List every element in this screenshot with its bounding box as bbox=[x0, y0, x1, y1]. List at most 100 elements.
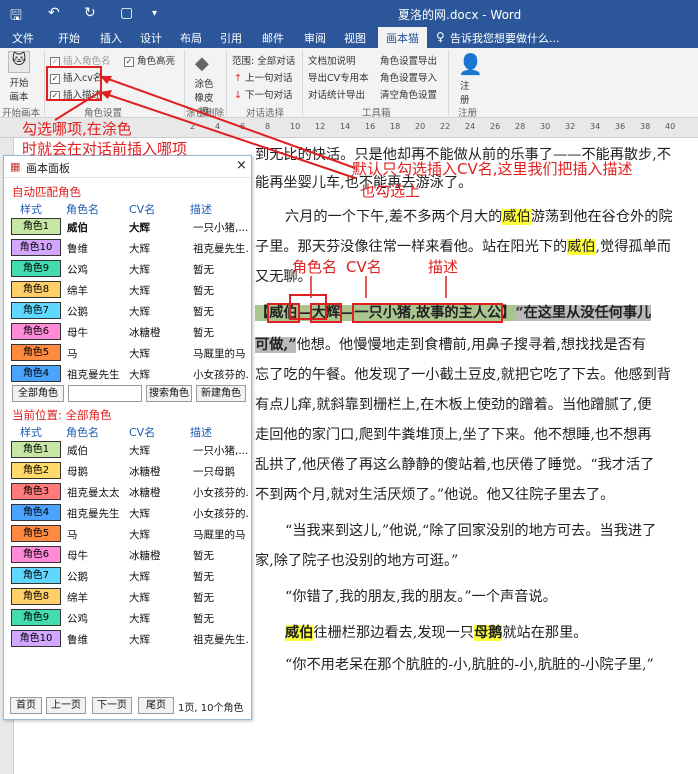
style-badge[interactable]: 角色8 bbox=[11, 588, 61, 605]
tool-role-export[interactable]: 角色设置导出 bbox=[380, 53, 437, 67]
tab-mailings[interactable]: 邮件 bbox=[262, 30, 284, 46]
role-row[interactable]: 角色3 祖克曼太太冰糖橙 小女孩芬的... bbox=[9, 483, 249, 502]
role-row[interactable]: 角色10 鲁维 大辉 祖克曼先生... bbox=[9, 239, 249, 258]
role-row[interactable]: 角色4 祖克曼先生大辉 小女孩芬的... bbox=[9, 504, 249, 523]
tab-layout[interactable]: 布局 bbox=[180, 30, 202, 46]
ruler-mark: 8 bbox=[265, 122, 271, 131]
group-tools: 工具箱 bbox=[362, 108, 391, 119]
tool-doc-note[interactable]: 文档加说明 bbox=[308, 53, 356, 67]
redo-icon[interactable]: ↻ bbox=[84, 5, 96, 21]
description: 马厩里的马 bbox=[193, 529, 246, 541]
ruler-mark: 6 bbox=[240, 122, 246, 131]
description: 暂无 bbox=[193, 613, 214, 625]
style-badge[interactable]: 角色6 bbox=[11, 323, 61, 340]
style-badge[interactable]: 角色1 bbox=[11, 218, 61, 235]
lightbulb-icon: ♀ bbox=[436, 30, 445, 44]
prev-page-button[interactable]: 上一页 bbox=[46, 697, 86, 714]
first-page-button[interactable]: 首页 bbox=[10, 697, 42, 714]
ruler-mark: 28 bbox=[515, 122, 526, 131]
tab-huabenmao[interactable]: 画本猫 bbox=[378, 27, 427, 48]
start-button[interactable]: 开始画本 bbox=[8, 75, 30, 103]
next-page-button[interactable]: 下一页 bbox=[92, 697, 132, 714]
style-badge[interactable]: 角色1 bbox=[11, 441, 61, 458]
ruler-mark: 18 bbox=[390, 122, 401, 131]
tool-role-import[interactable]: 角色设置导入 bbox=[380, 70, 437, 84]
label-cv-name: CV名 bbox=[346, 258, 382, 276]
tell-me-box[interactable]: 告诉我您想要做什么... bbox=[450, 30, 560, 46]
customize-icon[interactable]: ▾ bbox=[152, 8, 157, 19]
style-badge[interactable]: 角色10 bbox=[11, 630, 61, 647]
role-name: 公鹅 bbox=[67, 571, 88, 583]
tab-view[interactable]: 视图 bbox=[344, 30, 366, 46]
cv-name: 大辉 bbox=[129, 508, 150, 520]
role-row[interactable]: 角色6 母牛 冰糖橙 暂无 bbox=[9, 546, 249, 565]
style-badge[interactable]: 角色2 bbox=[11, 462, 61, 479]
tab-references[interactable]: 引用 bbox=[220, 30, 242, 46]
search-role-button[interactable]: 搜索角色 bbox=[146, 385, 192, 402]
style-badge[interactable]: 角色5 bbox=[11, 525, 61, 542]
role-name: 祖克曼太太 bbox=[67, 487, 120, 499]
role-name: 威伯 bbox=[67, 445, 88, 457]
last-page-button[interactable]: 尾页 bbox=[138, 697, 174, 714]
section-current: 当前位置: 全部角色 bbox=[12, 408, 112, 422]
style-badge[interactable]: 角色8 bbox=[11, 281, 61, 298]
style-badge[interactable]: 角色10 bbox=[11, 239, 61, 256]
save-icon[interactable]: 🖫 bbox=[10, 5, 22, 29]
close-icon[interactable]: × bbox=[236, 158, 247, 173]
next-dialog-button[interactable]: ↓ 下一句对话 bbox=[234, 87, 293, 101]
header-style: 样式 bbox=[20, 203, 42, 216]
style-badge[interactable]: 角色3 bbox=[11, 483, 61, 500]
role-row[interactable]: 角色7 公鹅 大辉 暂无 bbox=[9, 302, 249, 321]
role-row[interactable]: 角色10 鲁维 大辉 祖克曼先生... bbox=[9, 630, 249, 649]
role-row[interactable]: 角色5 马 大辉 马厩里的马 bbox=[9, 344, 249, 363]
tool-export-cv[interactable]: 导出CV专用本 bbox=[308, 70, 369, 84]
cv-name: 大辉 bbox=[129, 243, 150, 255]
description: 小女孩芬的... bbox=[193, 487, 249, 499]
tab-file[interactable]: 文件 bbox=[12, 30, 34, 46]
style-badge[interactable]: 角色4 bbox=[11, 504, 61, 521]
role-row[interactable]: 角色2 母鹅 冰糖橙 一只母鹅 bbox=[9, 462, 249, 481]
ruler-mark: 30 bbox=[540, 122, 551, 131]
role-row[interactable]: 角色4 祖克曼先生大辉 小女孩芬的... bbox=[9, 365, 249, 384]
style-badge[interactable]: 角色5 bbox=[11, 344, 61, 361]
role-row[interactable]: 角色1 威伯 大辉 一只小猪,... bbox=[9, 441, 249, 460]
role-row[interactable]: 角色8 绵羊 大辉 暂无 bbox=[9, 281, 249, 300]
style-badge[interactable]: 角色9 bbox=[11, 609, 61, 626]
style-badge[interactable]: 角色7 bbox=[11, 567, 61, 584]
new-role-button[interactable]: 新建角色 bbox=[196, 385, 246, 402]
cv-name: 大辉 bbox=[129, 348, 150, 360]
role-name: 鲁维 bbox=[67, 243, 88, 255]
search-input[interactable] bbox=[68, 385, 142, 402]
style-badge[interactable]: 角色4 bbox=[11, 365, 61, 382]
role-name: 马 bbox=[67, 529, 78, 541]
document-page[interactable]: 到无比的快活。只是他却再不能做从前的乐事了——不能再散步,不 能再坐婴儿车,也不… bbox=[255, 138, 695, 774]
panel-titlebar[interactable]: ▦ 画本面板 × bbox=[4, 156, 251, 178]
cb-highlight[interactable]: ✓ 角色高亮 bbox=[124, 53, 175, 67]
tool-role-clear[interactable]: 清空角色设置 bbox=[380, 87, 437, 101]
style-badge[interactable]: 角色9 bbox=[11, 260, 61, 277]
tool-export-stats[interactable]: 对话统计导出 bbox=[308, 87, 365, 101]
role-row[interactable]: 角色1 威伯 大辉 一只小猪,... bbox=[9, 218, 249, 237]
register-button[interactable]: 注册 bbox=[460, 78, 474, 106]
prev-dialog-button[interactable]: ↑ 上一句对话 bbox=[234, 70, 293, 84]
style-badge[interactable]: 角色7 bbox=[11, 302, 61, 319]
arrow-down-icon: ↓ bbox=[234, 90, 242, 101]
role-row[interactable]: 角色7 公鹅 大辉 暂无 bbox=[9, 567, 249, 586]
role-row[interactable]: 角色5 马 大辉 马厩里的马 bbox=[9, 525, 249, 544]
role-row[interactable]: 角色6 母牛 冰糖橙 暂无 bbox=[9, 323, 249, 342]
tab-review[interactable]: 审阅 bbox=[304, 30, 326, 46]
new-doc-icon[interactable]: ▢ bbox=[120, 5, 133, 21]
all-roles-button[interactable]: 全部角色 bbox=[12, 385, 64, 402]
tab-design[interactable]: 设计 bbox=[140, 30, 162, 46]
undo-icon[interactable]: ↶ bbox=[48, 5, 60, 21]
role-row[interactable]: 角色9 公鸡 大辉 暂无 bbox=[9, 260, 249, 279]
ruler-mark: 34 bbox=[590, 122, 601, 131]
tab-home[interactable]: 开始 bbox=[58, 30, 80, 46]
tab-insert[interactable]: 插入 bbox=[100, 30, 122, 46]
role-row[interactable]: 角色9 公鸡 大辉 暂无 bbox=[9, 609, 249, 628]
scope-dropdown[interactable]: 范围: 全部对话 bbox=[232, 53, 295, 67]
cb-insert-role[interactable]: ✓ 插入角色名 bbox=[50, 53, 111, 67]
role-row[interactable]: 角色8 绵羊 大辉 暂无 bbox=[9, 588, 249, 607]
style-badge[interactable]: 角色6 bbox=[11, 546, 61, 563]
header-style: 样式 bbox=[20, 426, 42, 439]
